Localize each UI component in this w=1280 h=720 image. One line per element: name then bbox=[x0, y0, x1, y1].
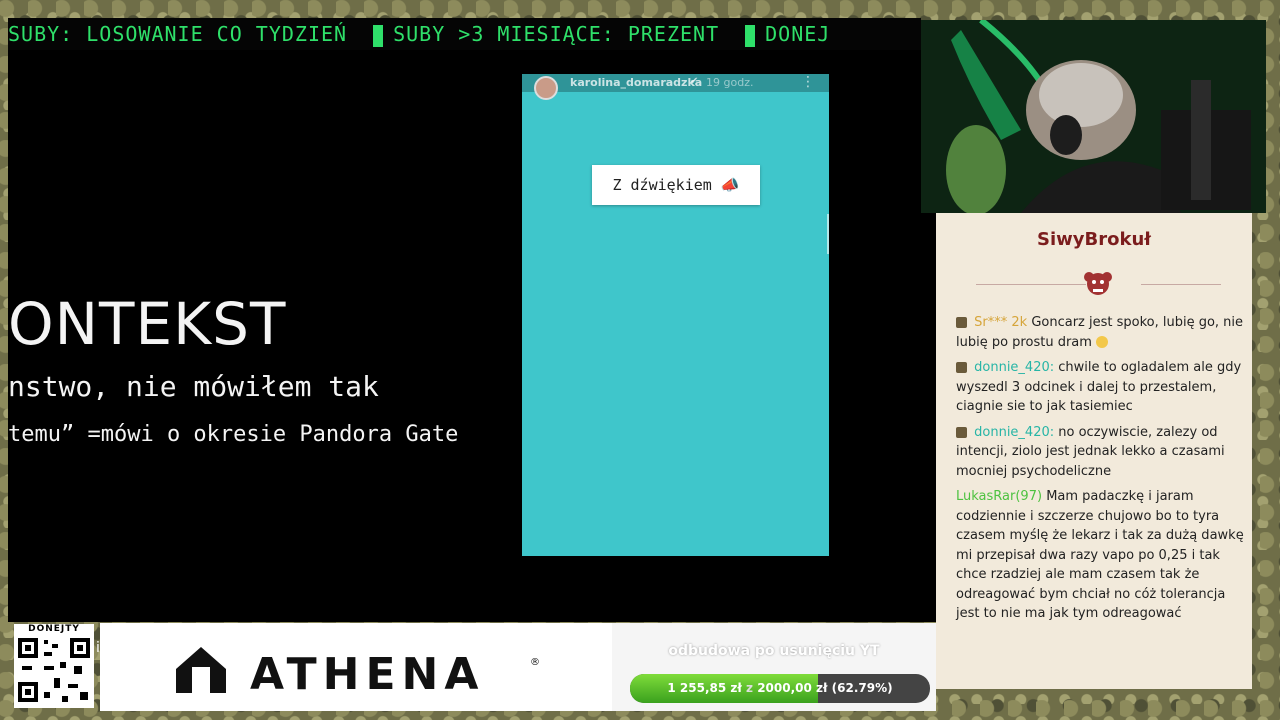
ticker-separator bbox=[745, 24, 756, 47]
ticker-bar: SUBY: LOSOWANIE CO TYDZIEŃ SUBY >3 MIESIĄ… bbox=[8, 18, 921, 50]
instagram-story[interactable]: karolina_domaradzka ✔ 19 godz. ⋮ Z dźwię… bbox=[522, 74, 829, 556]
chat-messages: Sr*** 2k Goncarz jest spoko, lubię go, n… bbox=[956, 313, 1252, 630]
story-time: 19 godz. bbox=[706, 76, 754, 89]
chat-username[interactable]: LukasRar(97) bbox=[956, 489, 1042, 504]
sponsor-name: ATHENA bbox=[250, 649, 485, 700]
ticker-text-2: SUBY >3 MIESIĄCE: PREZENT bbox=[393, 22, 720, 46]
ticker-separator bbox=[373, 24, 384, 47]
chat-message: Sr*** 2k Goncarz jest spoko, lubię go, n… bbox=[956, 313, 1252, 352]
slide-line-2: temu” =mówi o okresie Pandora Gate bbox=[8, 422, 459, 447]
chat-username[interactable]: donnie_420: bbox=[974, 360, 1054, 375]
divider bbox=[1141, 284, 1221, 285]
verified-icon: ✔ bbox=[690, 76, 699, 87]
sound-sticker[interactable]: Z dźwiękiem 📣 bbox=[592, 165, 760, 205]
goal-percent: (62.79%) bbox=[831, 681, 893, 695]
broccoli-logo-icon bbox=[1084, 272, 1112, 295]
qr-pattern-icon bbox=[18, 638, 90, 702]
webcam-feed bbox=[921, 20, 1266, 213]
avatar[interactable] bbox=[534, 76, 558, 100]
goal-current: 1 255,85 zł bbox=[667, 681, 742, 695]
chat-message: LukasRar(97) Mam padaczkę i jaram codzie… bbox=[956, 487, 1252, 624]
badge-icon bbox=[956, 362, 967, 373]
goal-title: odbudowa po usunięciu YT bbox=[668, 643, 880, 659]
emoji-icon bbox=[1096, 336, 1109, 348]
chat-message: donnie_420: chwile to ogladalem ale gdy … bbox=[956, 358, 1252, 417]
chat-username[interactable]: donnie_420: bbox=[974, 425, 1054, 440]
qr-label: DONEJTY bbox=[28, 624, 80, 634]
goal-progress-bar: 1 255,85 zł z 2000,00 zł (62.79%) bbox=[630, 674, 930, 703]
athena-logo-icon bbox=[176, 647, 226, 693]
badge-icon bbox=[956, 317, 967, 328]
webcam-image bbox=[921, 20, 1266, 213]
goal-amounts: 1 255,85 zł z 2000,00 zł (62.79%) bbox=[630, 674, 930, 703]
goal-separator: z bbox=[746, 681, 753, 695]
qr-code[interactable]: DONEJTY bbox=[14, 624, 94, 708]
donation-goal: odbudowa po usunięciu YT 1 255,85 zł z 2… bbox=[612, 623, 936, 711]
ticker-text-3: DONEJ bbox=[765, 22, 831, 46]
story-username[interactable]: karolina_domaradzka bbox=[570, 76, 702, 89]
chat-username[interactable]: Sr*** 2k bbox=[974, 315, 1027, 330]
goal-target: 2000,00 zł bbox=[757, 681, 828, 695]
chat-message: donnie_420: no oczywiscie, zalezy od int… bbox=[956, 423, 1252, 482]
ticker-text-1: SUBY: LOSOWANIE CO TYDZIEŃ bbox=[8, 22, 348, 46]
chat-text: Mam padaczkę i jaram codziennie i szczer… bbox=[956, 489, 1244, 621]
divider bbox=[976, 284, 1086, 285]
badge-icon bbox=[956, 426, 967, 438]
slide-heading: ONTEKST bbox=[8, 290, 287, 358]
sponsor-banner[interactable]: ATHENA ® bbox=[100, 623, 612, 711]
chat-title: SiwyBrokuł bbox=[1037, 229, 1151, 250]
scroll-indicator bbox=[827, 214, 829, 254]
registered-mark: ® bbox=[530, 657, 540, 668]
slide-line-1: nstwo, nie mówiłem tak bbox=[8, 370, 379, 403]
chat-panel: SiwyBrokuł Sr*** 2k Goncarz jest spoko, … bbox=[936, 213, 1252, 689]
more-options-icon[interactable]: ⋮ bbox=[801, 74, 815, 90]
